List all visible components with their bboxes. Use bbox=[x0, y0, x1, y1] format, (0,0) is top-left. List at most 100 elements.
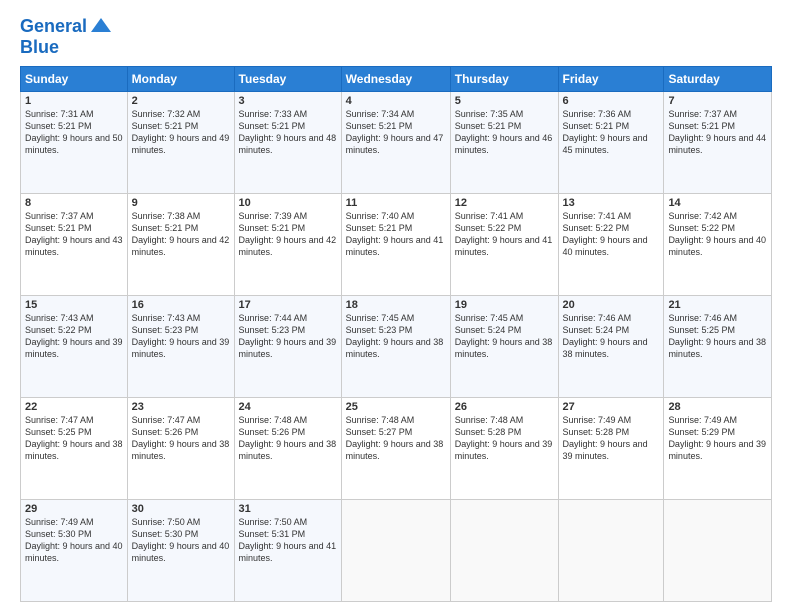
day-info: Sunrise: 7:50 AMSunset: 5:30 PMDaylight:… bbox=[132, 517, 230, 563]
calendar-cell: 11 Sunrise: 7:40 AMSunset: 5:21 PMDaylig… bbox=[341, 193, 450, 295]
day-number: 6 bbox=[563, 95, 660, 107]
day-number: 1 bbox=[25, 95, 123, 107]
calendar-cell: 22 Sunrise: 7:47 AMSunset: 5:25 PMDaylig… bbox=[21, 397, 128, 499]
calendar-cell: 8 Sunrise: 7:37 AMSunset: 5:21 PMDayligh… bbox=[21, 193, 128, 295]
weekday-header-wednesday: Wednesday bbox=[341, 66, 450, 91]
calendar-cell: 18 Sunrise: 7:45 AMSunset: 5:23 PMDaylig… bbox=[341, 295, 450, 397]
calendar-cell: 6 Sunrise: 7:36 AMSunset: 5:21 PMDayligh… bbox=[558, 91, 664, 193]
weekday-header-tuesday: Tuesday bbox=[234, 66, 341, 91]
day-number: 16 bbox=[132, 299, 230, 311]
day-number: 17 bbox=[239, 299, 337, 311]
calendar-week-1: 1 Sunrise: 7:31 AMSunset: 5:21 PMDayligh… bbox=[21, 91, 772, 193]
day-info: Sunrise: 7:37 AMSunset: 5:21 PMDaylight:… bbox=[25, 211, 123, 257]
calendar-cell: 24 Sunrise: 7:48 AMSunset: 5:26 PMDaylig… bbox=[234, 397, 341, 499]
day-number: 31 bbox=[239, 503, 337, 515]
logo-text-line2: Blue bbox=[20, 38, 113, 58]
weekday-header-thursday: Thursday bbox=[450, 66, 558, 91]
day-info: Sunrise: 7:36 AMSunset: 5:21 PMDaylight:… bbox=[563, 109, 648, 155]
day-number: 30 bbox=[132, 503, 230, 515]
calendar-table: SundayMondayTuesdayWednesdayThursdayFrid… bbox=[20, 66, 772, 602]
calendar-cell bbox=[558, 499, 664, 601]
calendar-week-4: 22 Sunrise: 7:47 AMSunset: 5:25 PMDaylig… bbox=[21, 397, 772, 499]
calendar-cell: 23 Sunrise: 7:47 AMSunset: 5:26 PMDaylig… bbox=[127, 397, 234, 499]
day-info: Sunrise: 7:38 AMSunset: 5:21 PMDaylight:… bbox=[132, 211, 230, 257]
day-number: 13 bbox=[563, 197, 660, 209]
logo-icon bbox=[89, 14, 113, 38]
calendar-cell: 25 Sunrise: 7:48 AMSunset: 5:27 PMDaylig… bbox=[341, 397, 450, 499]
weekday-header-saturday: Saturday bbox=[664, 66, 772, 91]
calendar-cell: 29 Sunrise: 7:49 AMSunset: 5:30 PMDaylig… bbox=[21, 499, 128, 601]
calendar-cell: 28 Sunrise: 7:49 AMSunset: 5:29 PMDaylig… bbox=[664, 397, 772, 499]
logo-text-line1: General bbox=[20, 17, 87, 37]
day-number: 2 bbox=[132, 95, 230, 107]
day-info: Sunrise: 7:49 AMSunset: 5:29 PMDaylight:… bbox=[668, 415, 766, 461]
day-info: Sunrise: 7:50 AMSunset: 5:31 PMDaylight:… bbox=[239, 517, 337, 563]
day-info: Sunrise: 7:41 AMSunset: 5:22 PMDaylight:… bbox=[563, 211, 648, 257]
day-number: 22 bbox=[25, 401, 123, 413]
calendar-cell bbox=[450, 499, 558, 601]
day-number: 21 bbox=[668, 299, 767, 311]
day-info: Sunrise: 7:41 AMSunset: 5:22 PMDaylight:… bbox=[455, 211, 553, 257]
day-number: 24 bbox=[239, 401, 337, 413]
day-number: 8 bbox=[25, 197, 123, 209]
day-info: Sunrise: 7:39 AMSunset: 5:21 PMDaylight:… bbox=[239, 211, 337, 257]
day-number: 10 bbox=[239, 197, 337, 209]
calendar-cell: 20 Sunrise: 7:46 AMSunset: 5:24 PMDaylig… bbox=[558, 295, 664, 397]
calendar-cell: 2 Sunrise: 7:32 AMSunset: 5:21 PMDayligh… bbox=[127, 91, 234, 193]
day-number: 27 bbox=[563, 401, 660, 413]
calendar-cell bbox=[341, 499, 450, 601]
calendar-cell: 26 Sunrise: 7:48 AMSunset: 5:28 PMDaylig… bbox=[450, 397, 558, 499]
calendar-week-5: 29 Sunrise: 7:49 AMSunset: 5:30 PMDaylig… bbox=[21, 499, 772, 601]
calendar-cell: 16 Sunrise: 7:43 AMSunset: 5:23 PMDaylig… bbox=[127, 295, 234, 397]
day-info: Sunrise: 7:31 AMSunset: 5:21 PMDaylight:… bbox=[25, 109, 123, 155]
day-number: 28 bbox=[668, 401, 767, 413]
calendar-cell: 14 Sunrise: 7:42 AMSunset: 5:22 PMDaylig… bbox=[664, 193, 772, 295]
day-number: 9 bbox=[132, 197, 230, 209]
day-info: Sunrise: 7:45 AMSunset: 5:23 PMDaylight:… bbox=[346, 313, 444, 359]
calendar-cell: 27 Sunrise: 7:49 AMSunset: 5:28 PMDaylig… bbox=[558, 397, 664, 499]
calendar-cell: 7 Sunrise: 7:37 AMSunset: 5:21 PMDayligh… bbox=[664, 91, 772, 193]
logo: General Blue bbox=[20, 16, 113, 58]
day-number: 25 bbox=[346, 401, 446, 413]
day-info: Sunrise: 7:48 AMSunset: 5:28 PMDaylight:… bbox=[455, 415, 553, 461]
day-info: Sunrise: 7:34 AMSunset: 5:21 PMDaylight:… bbox=[346, 109, 444, 155]
calendar-cell: 12 Sunrise: 7:41 AMSunset: 5:22 PMDaylig… bbox=[450, 193, 558, 295]
day-number: 11 bbox=[346, 197, 446, 209]
day-info: Sunrise: 7:32 AMSunset: 5:21 PMDaylight:… bbox=[132, 109, 230, 155]
day-info: Sunrise: 7:46 AMSunset: 5:25 PMDaylight:… bbox=[668, 313, 766, 359]
day-info: Sunrise: 7:49 AMSunset: 5:30 PMDaylight:… bbox=[25, 517, 123, 563]
calendar-cell: 5 Sunrise: 7:35 AMSunset: 5:21 PMDayligh… bbox=[450, 91, 558, 193]
day-info: Sunrise: 7:48 AMSunset: 5:27 PMDaylight:… bbox=[346, 415, 444, 461]
calendar-cell: 10 Sunrise: 7:39 AMSunset: 5:21 PMDaylig… bbox=[234, 193, 341, 295]
header: General Blue bbox=[20, 16, 772, 58]
day-number: 4 bbox=[346, 95, 446, 107]
day-number: 23 bbox=[132, 401, 230, 413]
day-number: 14 bbox=[668, 197, 767, 209]
weekday-header-sunday: Sunday bbox=[21, 66, 128, 91]
day-info: Sunrise: 7:43 AMSunset: 5:23 PMDaylight:… bbox=[132, 313, 230, 359]
day-number: 26 bbox=[455, 401, 554, 413]
day-info: Sunrise: 7:49 AMSunset: 5:28 PMDaylight:… bbox=[563, 415, 648, 461]
calendar-cell: 30 Sunrise: 7:50 AMSunset: 5:30 PMDaylig… bbox=[127, 499, 234, 601]
calendar-cell: 1 Sunrise: 7:31 AMSunset: 5:21 PMDayligh… bbox=[21, 91, 128, 193]
day-number: 18 bbox=[346, 299, 446, 311]
day-number: 7 bbox=[668, 95, 767, 107]
day-info: Sunrise: 7:45 AMSunset: 5:24 PMDaylight:… bbox=[455, 313, 553, 359]
calendar-cell bbox=[664, 499, 772, 601]
weekday-header-monday: Monday bbox=[127, 66, 234, 91]
day-number: 3 bbox=[239, 95, 337, 107]
day-info: Sunrise: 7:33 AMSunset: 5:21 PMDaylight:… bbox=[239, 109, 337, 155]
calendar-page: General Blue SundayMondayTuesdayWednesda… bbox=[0, 0, 792, 612]
day-number: 12 bbox=[455, 197, 554, 209]
day-number: 19 bbox=[455, 299, 554, 311]
day-info: Sunrise: 7:35 AMSunset: 5:21 PMDaylight:… bbox=[455, 109, 553, 155]
day-info: Sunrise: 7:44 AMSunset: 5:23 PMDaylight:… bbox=[239, 313, 337, 359]
weekday-header-friday: Friday bbox=[558, 66, 664, 91]
calendar-cell: 3 Sunrise: 7:33 AMSunset: 5:21 PMDayligh… bbox=[234, 91, 341, 193]
day-info: Sunrise: 7:43 AMSunset: 5:22 PMDaylight:… bbox=[25, 313, 123, 359]
calendar-cell: 4 Sunrise: 7:34 AMSunset: 5:21 PMDayligh… bbox=[341, 91, 450, 193]
day-info: Sunrise: 7:48 AMSunset: 5:26 PMDaylight:… bbox=[239, 415, 337, 461]
calendar-week-2: 8 Sunrise: 7:37 AMSunset: 5:21 PMDayligh… bbox=[21, 193, 772, 295]
calendar-week-3: 15 Sunrise: 7:43 AMSunset: 5:22 PMDaylig… bbox=[21, 295, 772, 397]
calendar-cell: 17 Sunrise: 7:44 AMSunset: 5:23 PMDaylig… bbox=[234, 295, 341, 397]
